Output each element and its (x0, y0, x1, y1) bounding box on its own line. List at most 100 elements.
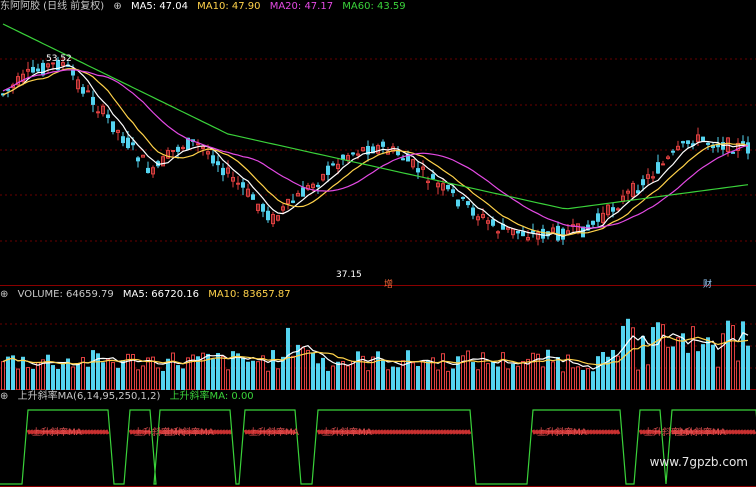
volume-bar (1, 361, 5, 390)
volume-bar (406, 350, 410, 390)
volume-bar (111, 362, 115, 390)
volume-header: ⊕ VOLUME: 64659.79 MA5: 66720.16 MA10: 8… (0, 288, 297, 302)
ma10-label: MA10: 47.90 (197, 1, 261, 12)
low-price-label: 37.15 (336, 270, 362, 280)
candle-body (541, 228, 545, 239)
indicator-chart[interactable]: 上升斜率MA 上升斜率MA上升斜率MA 上升斜率MA 上升斜率MA 上升斜率MA 上升斜率… (0, 404, 756, 487)
candle-body (591, 220, 595, 225)
slope-band-mark (83, 429, 89, 435)
volume-bar (366, 370, 370, 390)
slope-band-mark (89, 429, 95, 435)
volume-bar (711, 344, 715, 390)
candle-body (471, 207, 475, 216)
volume-bar (676, 337, 680, 390)
candle-body (171, 150, 175, 153)
volume-ma10: MA10: 83657.87 (208, 289, 291, 300)
candle-body (96, 111, 100, 114)
volume-bar (101, 362, 105, 390)
volume-bar (411, 362, 415, 390)
volume-bar (726, 320, 730, 390)
slope-band-mark (400, 429, 406, 435)
slope-band-mark (388, 429, 394, 435)
candle-body (106, 114, 110, 119)
slope-band-mark (531, 429, 537, 435)
volume-bar (641, 335, 645, 390)
volume-ma5: MA5: 66720.16 (122, 289, 199, 300)
slope-band-mark (215, 429, 221, 435)
candle-body (521, 231, 525, 237)
slope-band-mark (638, 429, 644, 435)
indicator-name: 上升斜率MA(6,14,95,250,1,2) (17, 391, 161, 402)
volume-bar (681, 333, 685, 390)
volume-chart-panel[interactable] (0, 302, 756, 390)
volume-bar (26, 367, 30, 390)
candle-body (86, 90, 90, 93)
candle-body (146, 167, 150, 174)
slope-band-label: 上升斜率MA (537, 426, 588, 438)
watermark: www.7gpzb.com (649, 455, 748, 469)
candle-body (81, 87, 85, 94)
slope-band-mark (739, 429, 745, 435)
candle-body (401, 158, 405, 161)
candle-body (31, 66, 35, 73)
volume-bar (496, 366, 500, 390)
candle-body (71, 69, 75, 76)
volume-bar (586, 368, 590, 390)
slope-band-mark (101, 429, 107, 435)
volume-bar (576, 366, 580, 390)
settings-circle-icon[interactable]: ⊕ (113, 1, 121, 12)
slope-band-mark (736, 429, 742, 435)
slope-band-mark (243, 429, 249, 435)
slope-band-mark (397, 429, 403, 435)
candle-body (446, 185, 450, 190)
price-chart-panel[interactable] (0, 14, 756, 286)
volume-chart[interactable] (0, 302, 756, 390)
volume-bar (246, 361, 250, 390)
volume-bar (76, 363, 80, 390)
volume-bar (61, 362, 65, 390)
slope-band-label: 上升斜率MA (676, 426, 727, 438)
slope-band-mark (406, 429, 412, 435)
slope-band-mark (128, 429, 134, 435)
indicator-header: ⊕ 上升斜率MA(6,14,95,250,1,2) 上升斜率MA: 0.00 (0, 390, 260, 404)
event-marker-zeng[interactable]: 增 (384, 277, 393, 290)
candle-body (516, 230, 520, 234)
slope-band-mark (418, 429, 424, 435)
candle-body (461, 196, 465, 199)
slope-band-mark (424, 429, 430, 435)
slope-band-mark (403, 429, 409, 435)
candle-body (686, 140, 690, 144)
slope-band-mark (430, 429, 436, 435)
candle-body (636, 190, 640, 194)
slope-band-mark (724, 429, 730, 435)
slope-ma-line (0, 409, 756, 485)
volume-bar (116, 367, 120, 390)
settings-circle-icon[interactable]: ⊕ (0, 391, 8, 402)
volume-bar (531, 352, 535, 390)
settings-circle-icon[interactable]: ⊕ (0, 289, 8, 300)
event-marker-cai[interactable]: 财 (703, 277, 712, 290)
volume-bar (426, 360, 430, 390)
candle-body (236, 182, 240, 185)
slope-band-mark (591, 429, 597, 435)
price-chart[interactable] (0, 14, 756, 286)
volume-bar (216, 353, 220, 390)
candle-body (741, 141, 745, 144)
indicator-chart-panel[interactable]: 上升斜率MA 上升斜率MA 上升斜率MA 上升斜率MA 上升斜率MA 上升斜率MA 上升斜率… (0, 404, 756, 487)
volume-bar (266, 370, 270, 390)
stock-title: 东阿阿胶 (日线 前复权) (0, 1, 105, 12)
volume-bar (221, 356, 225, 390)
candle-body (251, 194, 255, 200)
volume-bar (141, 365, 145, 390)
high-price-label: 53.52 (46, 54, 72, 64)
candle-body (196, 143, 200, 146)
candle-body (216, 161, 220, 166)
volume-bar (21, 356, 25, 390)
volume-bar (56, 368, 60, 390)
slope-band-mark (391, 429, 397, 435)
slope-band-mark (436, 429, 442, 435)
volume-bar (561, 371, 565, 390)
slope-band-mark (92, 429, 98, 435)
slope-band-mark (748, 429, 754, 435)
slope-band-mark (609, 429, 615, 435)
